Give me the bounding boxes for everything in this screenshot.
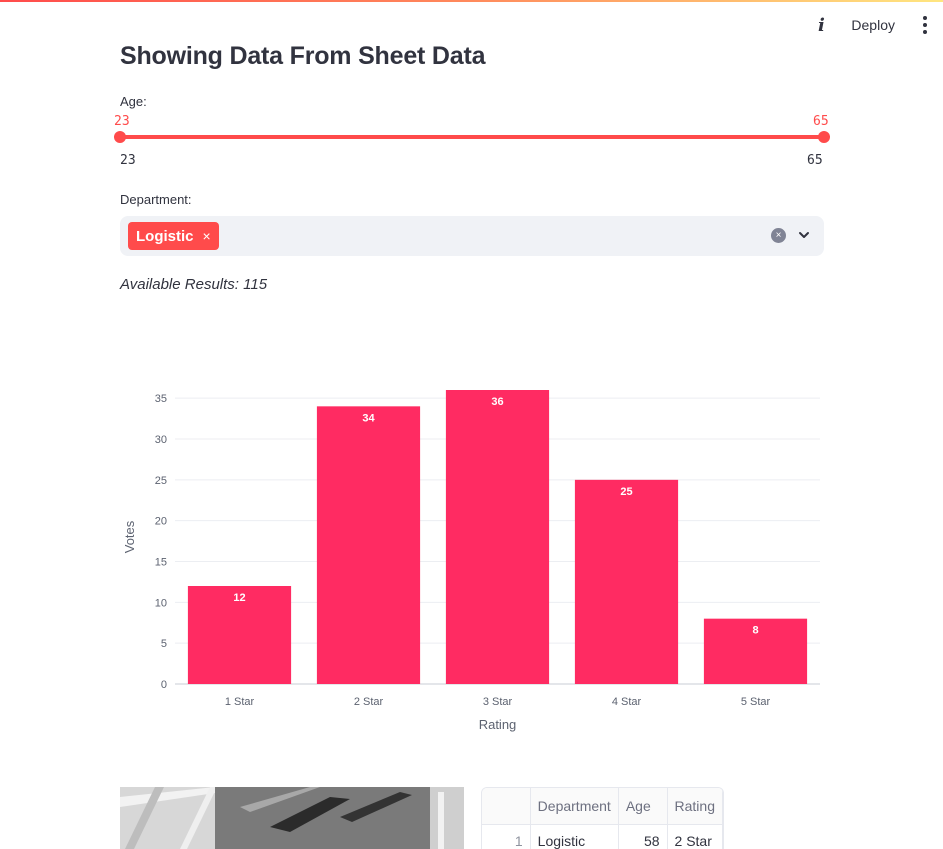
- y-tick-label: 0: [161, 679, 167, 691]
- bar-data-label: 25: [620, 486, 632, 498]
- table-row[interactable]: 1 Logistic 58 2 Star: [482, 824, 723, 849]
- x-tick-label: 3 Star: [483, 696, 513, 708]
- age-label: Age:: [120, 94, 147, 109]
- chip-remove-icon[interactable]: ×: [203, 228, 211, 244]
- chevron-down-icon[interactable]: [797, 228, 811, 242]
- y-axis-title: Votes: [122, 520, 137, 553]
- department-chip[interactable]: Logistic ×: [128, 222, 219, 250]
- age-high-value: 65: [813, 114, 829, 129]
- department-chip-label: Logistic: [136, 227, 194, 245]
- y-tick-label: 30: [155, 434, 167, 446]
- y-tick-label: 5: [161, 638, 167, 650]
- table-cell-age: 58: [618, 824, 668, 849]
- top-decoration-bar: [0, 0, 943, 2]
- table-cell-index: 1: [482, 824, 531, 849]
- y-tick-label: 35: [155, 393, 167, 405]
- table-header-department[interactable]: Department: [530, 788, 619, 825]
- available-results-text: Available Results: 115: [120, 276, 268, 293]
- table-header-age[interactable]: Age: [618, 788, 668, 825]
- bar: [574, 479, 679, 684]
- table-header-row: Department Age Rating: [482, 788, 723, 825]
- app-toolbar: i Deploy: [813, 12, 933, 38]
- x-tick-label: 5 Star: [741, 696, 771, 708]
- age-low-value: 23: [114, 114, 130, 129]
- bar-data-label: 34: [362, 412, 375, 424]
- data-table[interactable]: Department Age Rating 1 Logistic 58 2 St…: [481, 787, 724, 849]
- rating-bar-chart: 0 5 10 15 20 25 30 35 12 1 Star 34 2 Star 36 3 Star 25…: [122, 390, 820, 732]
- x-tick-label: 1 Star: [225, 696, 255, 708]
- deploy-button[interactable]: Deploy: [847, 17, 899, 33]
- bar-data-label: 8: [752, 625, 758, 637]
- age-slider-track[interactable]: [120, 135, 824, 139]
- department-label: Department:: [120, 192, 192, 207]
- info-icon[interactable]: i: [813, 15, 829, 36]
- table-cell-department: Logistic: [530, 824, 619, 849]
- y-tick-label: 25: [155, 475, 167, 487]
- table-header-rating[interactable]: Rating: [667, 788, 723, 825]
- x-axis-title: Rating: [479, 717, 517, 732]
- bar: [316, 406, 421, 684]
- bar-data-label: 12: [233, 592, 245, 604]
- building-photo: [120, 787, 464, 849]
- bar: [445, 390, 550, 684]
- age-min-label: 23: [120, 153, 136, 168]
- age-max-label: 65: [807, 153, 823, 168]
- bar-data-label: 36: [491, 396, 503, 408]
- y-tick-label: 20: [155, 516, 167, 528]
- y-tick-label: 15: [155, 557, 167, 569]
- x-tick-label: 4 Star: [612, 696, 642, 708]
- y-tick-label: 10: [155, 597, 167, 609]
- x-tick-label: 2 Star: [354, 696, 384, 708]
- kebab-menu-icon[interactable]: [917, 16, 933, 34]
- age-slider-high-handle[interactable]: [818, 131, 830, 143]
- department-multiselect[interactable]: Logistic × ×: [120, 216, 824, 256]
- table-cell-rating: 2 Star: [667, 824, 723, 849]
- page-title: Showing Data From Sheet Data: [120, 42, 486, 70]
- table-header-index: [482, 788, 531, 825]
- clear-icon[interactable]: ×: [771, 228, 786, 243]
- age-slider-low-handle[interactable]: [114, 131, 126, 143]
